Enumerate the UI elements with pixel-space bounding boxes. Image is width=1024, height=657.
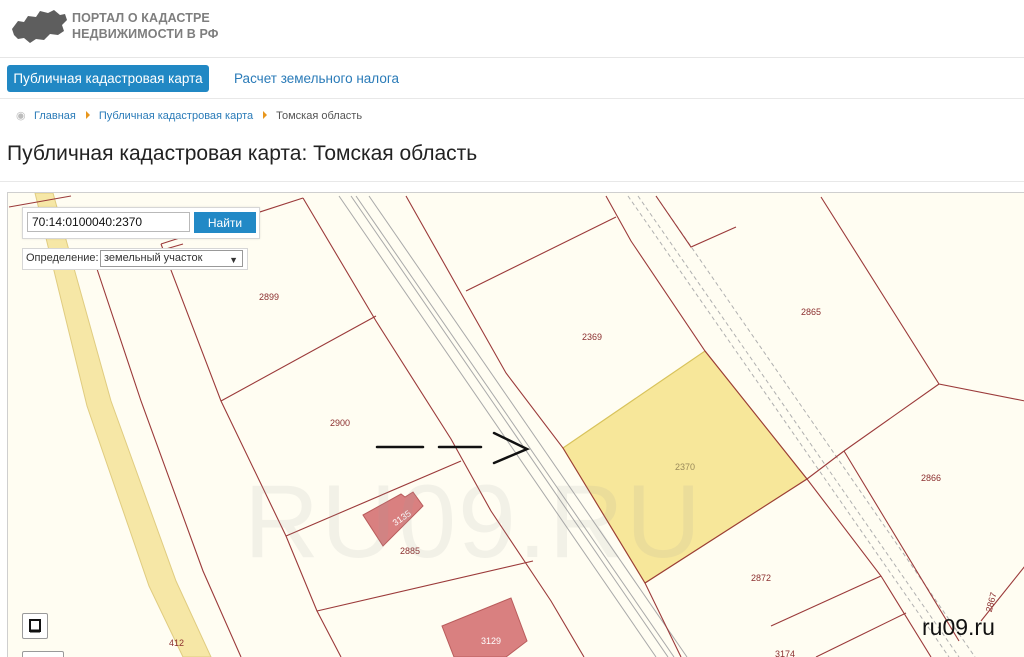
logo-line-2: НЕДВИЖИМОСТИ В РФ [72,27,219,41]
parcel-label-2872: 2872 [751,573,771,583]
find-button[interactable]: Найти [194,212,256,233]
breadcrumb-home[interactable]: Главная [34,110,76,122]
page-title: Публичная кадастровая карта: Томская обл… [7,142,478,165]
breadcrumb: ◉ Главная Публичная кадастровая карта Томск… [16,108,362,124]
definition-row: Определение: земельный участок ▼ [22,248,248,270]
breadcrumb-cadastral-map[interactable]: Публичная кадастровая карта [99,110,253,122]
parcel-label-412: 412 [169,638,184,648]
building-label-3129: 3129 [481,636,501,646]
parcel-label-2369: 2369 [582,332,602,342]
parcel-label-2900: 2900 [330,418,350,428]
tab-cadastral-map[interactable]: Публичная кадастровая карта [7,65,209,92]
arrow-annotation [375,431,531,465]
header: ПОРТАЛ О КАДАСТРЕ НЕДВИЖИМОСТИ В РФ [0,0,1024,56]
cadastral-map[interactable]: 2899 2900 2885 2369 2370 2865 2866 2872 … [7,192,1024,657]
map-pin-icon: ◉ [16,110,26,122]
chevron-down-icon: ▼ [229,255,238,265]
breadcrumb-arrow-icon [85,111,90,119]
divider [0,98,1024,99]
site-watermark: ru09.ru [922,614,995,640]
measure-icon [29,619,41,633]
cadastral-number-input[interactable] [27,212,190,232]
search-panel: Найти [22,207,260,239]
parcel-label-2899: 2899 [259,292,279,302]
parcel-label-2865: 2865 [801,307,821,317]
logo-line-1: ПОРТАЛ О КАДАСТРЕ [72,11,210,25]
breadcrumb-current: Томская область [276,110,363,122]
definition-label: Определение: [26,252,99,264]
breadcrumb-arrow-icon [263,111,268,119]
definition-selected: земельный участок [104,252,203,264]
divider [0,57,1024,58]
map-tool-button[interactable] [22,613,48,639]
parcel-label-2866: 2866 [921,473,941,483]
divider [0,181,1024,182]
definition-select[interactable]: земельный участок ▼ [100,250,243,267]
site-logo-text[interactable]: ПОРТАЛ О КАДАСТРЕ НЕДВИЖИМОСТИ В РФ [72,10,219,42]
map-tool-button-2[interactable] [22,651,64,657]
tab-land-tax[interactable]: Расчет земельного налога [232,65,401,92]
building-3129 [441,597,528,657]
russia-map-icon[interactable] [10,7,68,45]
watermark: RU09.RU [244,464,703,580]
